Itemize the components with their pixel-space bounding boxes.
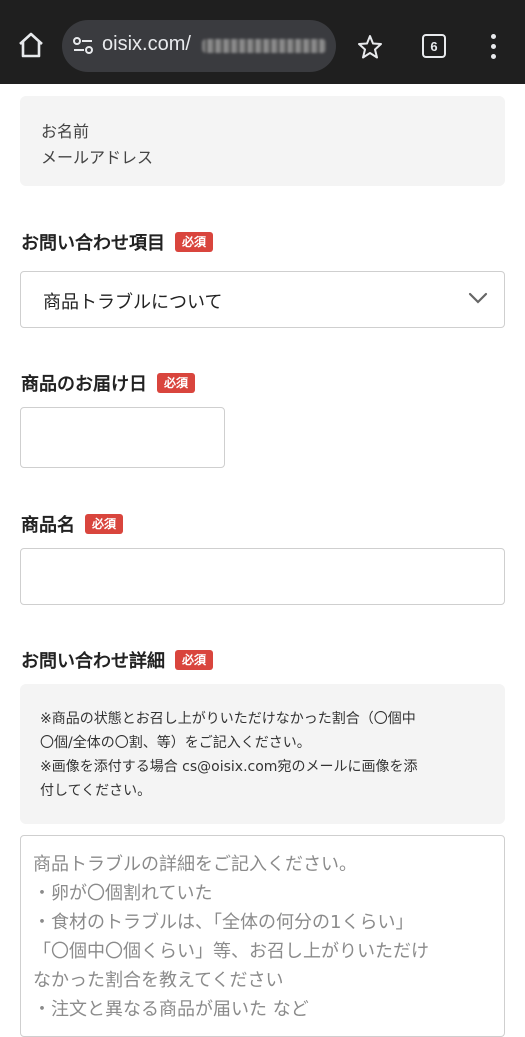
- detail-textarea[interactable]: 商品トラブルの詳細をご記入ください。 ・卵が〇個割れていた ・食材のトラブルは、…: [20, 835, 505, 1037]
- required-badge: 必須: [175, 232, 214, 252]
- inquiry-item-selected-value: 商品トラブルについて: [43, 292, 223, 313]
- tab-switcher-button[interactable]: 6: [422, 34, 446, 58]
- browser-toolbar: oisix.com/ 6: [0, 0, 525, 84]
- delivery-date-label-row: 商品のお届け日 必須: [21, 370, 196, 396]
- notice-line: ※画像を添付する場合 cs@oisix.com宛のメールに画像を添: [40, 759, 418, 775]
- address-bar[interactable]: oisix.com/: [62, 20, 336, 72]
- placeholder-line: 商品トラブルの詳細をご記入ください。: [33, 854, 357, 875]
- required-badge: 必須: [175, 650, 214, 670]
- detail-label: お問い合わせ詳細: [21, 651, 165, 672]
- notice-line: 〇個/全体の〇割、等）をご記入ください。: [40, 735, 311, 751]
- placeholder-line: 「〇個中〇個くらい」等、お召し上がりいただけ: [33, 941, 429, 962]
- more-menu-icon[interactable]: [483, 32, 503, 62]
- delivery-date-input[interactable]: [20, 407, 225, 468]
- product-name-label: 商品名: [21, 515, 75, 536]
- inquiry-item-label-row: お問い合わせ項目 必須: [21, 229, 214, 255]
- detail-notice-box: ※商品の状態とお召し上がりいただけなかった割合（〇個中 〇個/全体の〇割、等）を…: [20, 684, 505, 824]
- placeholder-line: ・食材のトラブルは、「全体の何分の1くらい」: [33, 912, 414, 933]
- home-icon[interactable]: [14, 28, 48, 62]
- site-settings-icon[interactable]: [72, 35, 94, 57]
- product-name-input[interactable]: [20, 548, 505, 605]
- url-text: oisix.com/: [102, 33, 191, 55]
- url-redacted-path: [202, 39, 326, 53]
- inquiry-item-label: お問い合わせ項目: [21, 233, 165, 254]
- inquiry-item-select[interactable]: 商品トラブルについて: [20, 271, 505, 328]
- placeholder-line: なかった割合を教えてください: [33, 970, 284, 991]
- placeholder-line: ・卵が〇個割れていた: [33, 883, 213, 904]
- chevron-down-icon: [468, 290, 488, 304]
- required-badge: 必須: [85, 514, 124, 534]
- email-label: メールアドレス: [41, 148, 154, 167]
- required-badge: 必須: [157, 373, 196, 393]
- bookmark-star-icon[interactable]: [355, 32, 385, 62]
- notice-line: 付してください。: [40, 783, 152, 799]
- detail-label-row: お問い合わせ詳細 必須: [21, 647, 214, 673]
- name-label: お名前: [41, 122, 90, 141]
- notice-line: ※商品の状態とお召し上がりいただけなかった割合（〇個中: [40, 711, 416, 727]
- product-name-label-row: 商品名 必須: [21, 511, 124, 537]
- placeholder-line: ・注文と異なる商品が届いた など: [33, 999, 309, 1020]
- profile-info-box: お名前 メールアドレス: [20, 96, 505, 186]
- delivery-date-label: 商品のお届け日: [21, 374, 147, 395]
